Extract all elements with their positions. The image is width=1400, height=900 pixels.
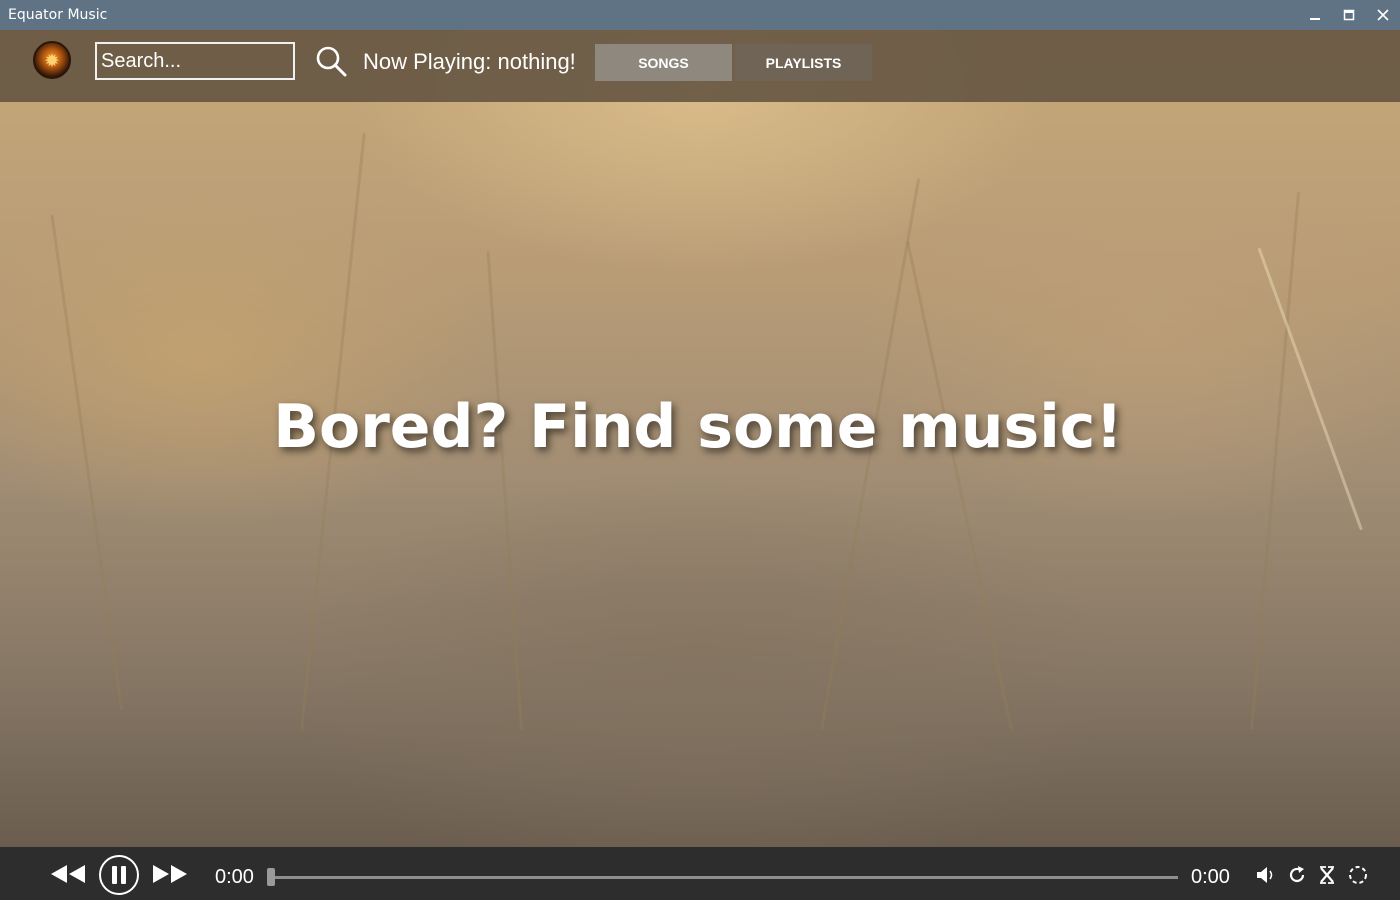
close-button[interactable] [1366,0,1400,30]
player-bar: 0:00 0:00 [0,847,1400,900]
seek-thumb[interactable] [267,868,275,886]
maximize-icon [1343,9,1355,21]
search-button[interactable] [314,45,348,79]
fullscreen-icon [1349,866,1367,884]
repeat-button[interactable] [1286,864,1308,886]
background-stalk [906,240,1013,731]
now-playing-label: Now Playing: nothing! [363,49,576,74]
fast-forward-button[interactable] [150,861,190,887]
volume-button[interactable] [1254,864,1276,886]
seek-bar[interactable] [270,876,1178,879]
fullscreen-button[interactable] [1347,864,1369,886]
repeat-icon [1289,866,1305,883]
top-toolbar: ✹ Now Playing: nothing! SONGS PLAYLISTS [0,30,1400,102]
pause-icon [112,866,126,884]
total-time: 0:00 [1191,866,1230,888]
window-controls [1298,0,1400,30]
shuffle-button[interactable] [1316,864,1338,886]
minimize-icon [1310,18,1320,20]
background-stalk [50,214,123,711]
close-icon [1377,9,1389,21]
rewind-icon [51,865,85,883]
window-title: Equator Music [8,7,108,23]
fast-forward-icon [153,865,187,883]
minimize-button[interactable] [1298,0,1332,30]
tab-songs[interactable]: SONGS [595,44,732,81]
elapsed-time: 0:00 [215,866,254,888]
rewind-button[interactable] [48,861,88,887]
search-icon [316,46,347,77]
window-titlebar: Equator Music [0,0,1400,30]
app-logo[interactable]: ✹ [33,41,71,79]
background-stalk [486,251,523,731]
empty-state-message: Bored? Find some music! [273,392,1123,462]
search-input[interactable] [95,42,295,80]
shuffle-icon [1320,866,1334,884]
volume-icon [1257,867,1273,883]
pause-button[interactable] [99,855,139,895]
maximize-button[interactable] [1332,0,1366,30]
tab-playlists[interactable]: PLAYLISTS [735,44,872,81]
